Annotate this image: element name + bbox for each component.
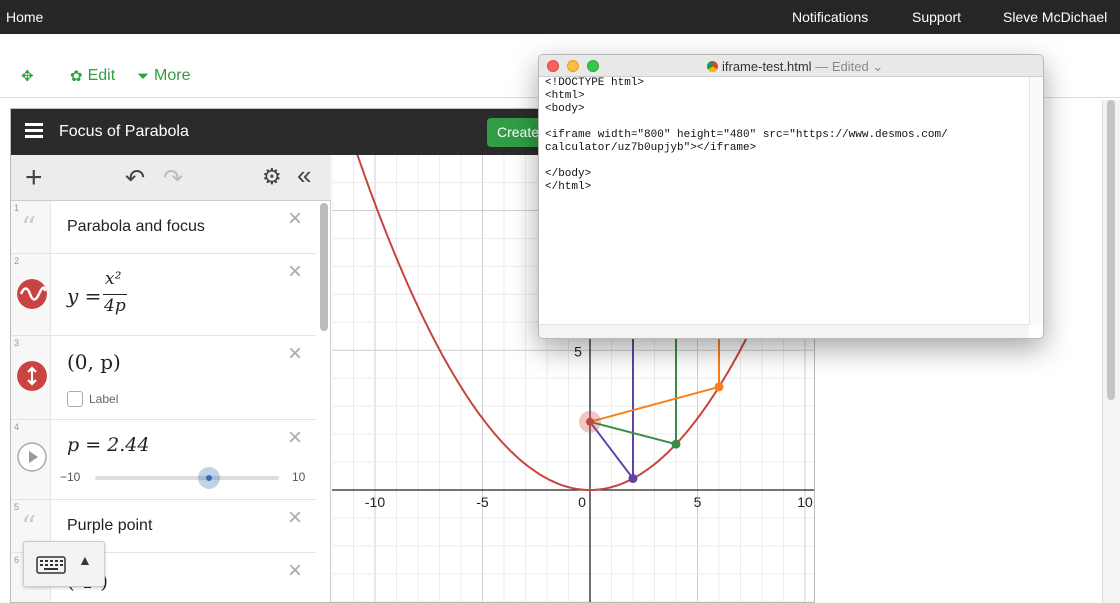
expression-list-scrollbar[interactable]: [320, 203, 328, 331]
y-tick-label: 5: [574, 343, 582, 359]
green-point: [671, 439, 681, 449]
window-titlebar[interactable]: iframe-test.html — Edited ⌄: [539, 55, 1043, 77]
document-horizontal-scrollbar[interactable]: [539, 324, 1029, 338]
row-number: 6: [14, 555, 20, 565]
caret-up-icon: ▲: [78, 552, 92, 568]
move-button[interactable]: ✥: [21, 67, 34, 85]
formula-numerator[interactable]: x²: [105, 269, 121, 289]
code-line[interactable]: </body>: [545, 168, 1029, 181]
settings-gear-icon[interactable]: ⚙: [262, 164, 282, 190]
fraction-bar: [103, 294, 127, 295]
chevron-down-circle-icon: ⏷: [137, 67, 150, 85]
delete-row-button[interactable]: ×: [288, 340, 302, 368]
graph-color-wave-icon[interactable]: [17, 279, 47, 309]
code-line[interactable]: [545, 116, 1029, 129]
expression-row-4[interactable]: 4 p = 2.44 −10 10 ×: [11, 420, 316, 500]
delete-row-button[interactable]: ×: [288, 205, 302, 233]
formula-denominator[interactable]: 4p: [104, 296, 126, 316]
code-line[interactable]: [545, 155, 1029, 168]
page-scrollbar-thumb[interactable]: [1107, 100, 1115, 400]
row-number: 1: [14, 203, 20, 213]
note-text[interactable]: Purple point: [67, 517, 152, 535]
code-line[interactable]: calculator/uz7b0upjyb"></iframe>: [545, 142, 1029, 155]
x-tick-label: 10: [797, 494, 813, 510]
edit-label: Edit: [87, 67, 116, 84]
chrome-document-icon: [707, 61, 718, 72]
user-menu-link[interactable]: Sleve McDichael: [1003, 9, 1107, 25]
point-drag-icon[interactable]: [17, 361, 47, 391]
document-scrollbar[interactable]: [1029, 77, 1043, 325]
delete-row-button[interactable]: ×: [288, 557, 302, 585]
code-line[interactable]: </html>: [545, 181, 1029, 194]
more-label: More: [154, 67, 191, 84]
x-tick-label: -10: [365, 494, 385, 510]
file-name: iframe-test.html: [722, 59, 812, 74]
slider-track[interactable]: [95, 476, 279, 480]
minimize-window-button[interactable]: [567, 60, 579, 72]
point-expression[interactable]: (0, p): [67, 350, 121, 374]
expression-row-1[interactable]: 1 “ Parabola and focus ×: [11, 201, 316, 254]
formula-lhs[interactable]: y =: [67, 284, 101, 308]
notifications-link[interactable]: Notifications: [792, 9, 868, 25]
orange-point: [714, 382, 724, 392]
close-window-button[interactable]: [547, 60, 559, 72]
expression-row-3[interactable]: 3 (0, p) Label ×: [11, 336, 316, 420]
top-navigation-bar: Home Notifications Support Sleve McDicha…: [0, 0, 1120, 34]
hamburger-menu-icon[interactable]: [25, 123, 43, 141]
x-tick-label: 0: [578, 494, 586, 510]
x-tick-label: -5: [476, 494, 489, 510]
keyboard-icon: [36, 556, 66, 574]
purple-point: [628, 474, 638, 484]
edited-status: — Edited: [815, 59, 869, 74]
zoom-window-button[interactable]: [587, 60, 599, 72]
code-line[interactable]: <!DOCTYPE html>: [545, 77, 1029, 90]
textedit-window: iframe-test.html — Edited ⌄ <!DOCTYPE ht…: [538, 54, 1044, 339]
delete-row-button[interactable]: ×: [288, 258, 302, 286]
graph-title: Focus of Parabola: [59, 123, 189, 140]
row-number: 3: [14, 338, 20, 348]
support-link[interactable]: Support: [912, 9, 961, 25]
focus-point: [586, 417, 594, 426]
expression-list: + ↶ ↷ ⚙ « 1 “ Parabola and focus × 2 y =…: [11, 155, 331, 602]
expression-toolbar: + ↶ ↷ ⚙ «: [11, 155, 331, 201]
note-quote-icon: “: [21, 211, 37, 246]
row-number: 4: [14, 422, 20, 432]
edit-button[interactable]: ✿ Edit: [70, 67, 115, 85]
expression-row-2[interactable]: 2 y = x² 4p ×: [11, 254, 316, 336]
undo-button[interactable]: ↶: [125, 164, 145, 193]
gear-icon: ✿: [70, 68, 83, 85]
collapse-list-button[interactable]: «: [297, 160, 311, 191]
label-checkbox-text: Label: [89, 392, 119, 406]
label-checkbox[interactable]: [67, 391, 83, 407]
home-link[interactable]: Home: [6, 9, 43, 25]
add-item-button[interactable]: +: [25, 161, 43, 195]
page-scrollbar[interactable]: [1102, 100, 1120, 603]
move-icon: ✥: [21, 68, 34, 85]
code-line[interactable]: <html>: [545, 90, 1029, 103]
code-line[interactable]: <iframe width="800" height="480" src="ht…: [545, 129, 1029, 142]
slider-expression[interactable]: p = 2.44: [67, 434, 149, 456]
row-number: 2: [14, 256, 20, 266]
delete-row-button[interactable]: ×: [288, 504, 302, 532]
slider-max[interactable]: 10: [292, 470, 305, 484]
keypad-toggle-button[interactable]: ▲: [23, 541, 105, 587]
play-slider-icon[interactable]: [17, 442, 47, 472]
more-button[interactable]: ⏷ More: [137, 67, 190, 85]
note-text[interactable]: Parabola and focus: [67, 218, 205, 236]
window-title: iframe-test.html — Edited ⌄: [707, 59, 883, 75]
code-line[interactable]: <body>: [545, 103, 1029, 116]
chevron-down-icon[interactable]: ⌄: [872, 59, 883, 74]
slider-min[interactable]: −10: [60, 470, 80, 484]
redo-button[interactable]: ↷: [163, 164, 183, 193]
row-number: 5: [14, 502, 20, 512]
delete-row-button[interactable]: ×: [288, 424, 302, 452]
document-text-area[interactable]: <!DOCTYPE html> <html> <body> <iframe widt…: [545, 77, 1029, 323]
note-quote-icon: “: [21, 510, 37, 545]
x-tick-label: 5: [694, 494, 702, 510]
slider-thumb[interactable]: [198, 467, 221, 489]
